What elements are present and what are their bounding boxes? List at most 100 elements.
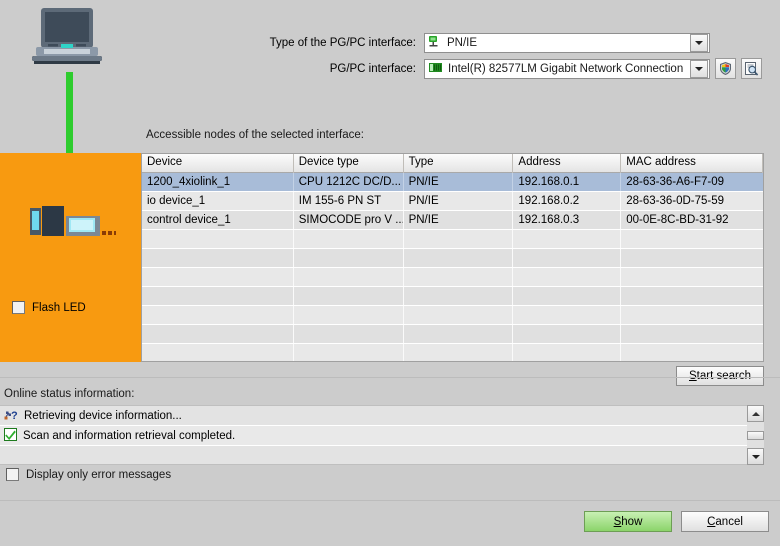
pgpc-interface-combo[interactable]: Intel(R) 82577LM Gigabit Network Connect… xyxy=(424,58,710,79)
pgpc-type-label: Type of the PG/PC interface: xyxy=(269,37,416,49)
cell-empty xyxy=(142,344,294,361)
cell-empty xyxy=(513,268,622,286)
cell-device-type: SIMOCODE pro V ... xyxy=(294,211,404,229)
check-green-icon xyxy=(4,427,17,444)
flash-led-row[interactable]: Flash LED xyxy=(12,301,86,314)
cell-empty xyxy=(621,268,763,286)
cell-type: PN/IE xyxy=(404,192,514,210)
cell-device-type: IM 155-6 PN ST xyxy=(294,192,404,210)
status-scroll-down-button[interactable] xyxy=(747,448,764,465)
pgpc-type-combo[interactable]: PN/IE xyxy=(424,33,710,53)
shield-icon xyxy=(720,62,731,75)
start-search-button[interactable]: Start search xyxy=(676,366,764,386)
cell-empty xyxy=(142,230,294,248)
show-label: Show xyxy=(613,515,643,528)
cell-address: 192.168.0.1 xyxy=(513,173,622,191)
online-status-list: ? Retrieving device information... Scan … xyxy=(0,405,747,465)
cell-empty xyxy=(621,306,763,324)
magnifier-document-icon xyxy=(745,62,759,76)
chevron-down-icon xyxy=(695,41,703,45)
cell-empty xyxy=(294,268,404,286)
shield-icon-button[interactable] xyxy=(715,58,736,79)
accessible-nodes-table[interactable]: Device Device type Type Address MAC addr… xyxy=(141,153,764,362)
table-row[interactable]: control device_1 SIMOCODE pro V ... PN/IE 1… xyxy=(142,211,763,230)
cell-empty xyxy=(294,306,404,324)
status-message-row: ? Retrieving device information... xyxy=(0,406,747,426)
cancel-button[interactable]: Cancel xyxy=(681,511,769,532)
cell-device-type: CPU 1212C DC/D... xyxy=(294,173,404,191)
table-body: 1200_4xiolink_1 CPU 1212C DC/D... PN/IE 192… xyxy=(142,173,763,361)
cell-empty xyxy=(142,325,294,343)
cell-empty xyxy=(404,249,514,267)
pgpc-type-value: PN/IE xyxy=(447,37,478,49)
flash-led-checkbox[interactable] xyxy=(12,301,25,314)
cell-empty xyxy=(513,287,622,305)
table-empty-row[interactable] xyxy=(142,249,763,268)
table-empty-row[interactable] xyxy=(142,268,763,287)
cell-empty xyxy=(513,344,622,361)
cell-empty xyxy=(513,230,622,248)
cell-empty xyxy=(513,306,622,324)
cell-empty xyxy=(294,230,404,248)
topology-graphic: Flash LED xyxy=(0,0,141,362)
table-empty-row[interactable] xyxy=(142,287,763,306)
pgpc-type-value-wrap: PN/IE xyxy=(425,35,690,51)
accessible-nodes-label: Accessible nodes of the selected interfa… xyxy=(146,129,364,141)
cancel-label: Cancel xyxy=(707,515,743,528)
plc-rack-icon xyxy=(30,205,116,243)
table-row[interactable]: 1200_4xiolink_1 CPU 1212C DC/D... PN/IE 192… xyxy=(142,173,763,192)
cell-empty xyxy=(142,306,294,324)
cell-empty xyxy=(513,249,622,267)
cell-empty xyxy=(142,287,294,305)
status-separator xyxy=(0,377,780,378)
table-empty-row[interactable] xyxy=(142,230,763,249)
status-message-row: Scan and information retrieval completed… xyxy=(0,426,747,446)
chevron-up-icon xyxy=(751,411,760,416)
cell-device: control device_1 xyxy=(142,211,294,229)
cell-address: 192.168.0.2 xyxy=(513,192,622,210)
cell-empty xyxy=(621,325,763,343)
table-empty-row[interactable] xyxy=(142,325,763,344)
cell-empty xyxy=(294,287,404,305)
cell-empty xyxy=(621,230,763,248)
cell-empty xyxy=(404,287,514,305)
selected-device-panel xyxy=(0,153,141,362)
status-scrollbar[interactable] xyxy=(747,405,764,465)
cell-empty xyxy=(621,344,763,361)
column-header-device-type[interactable]: Device type xyxy=(294,154,404,173)
status-message-text: Retrieving device information... xyxy=(24,409,182,422)
pgpc-interface-value-wrap: Intel(R) 82577LM Gigabit Network Connect… xyxy=(425,61,690,77)
pgpc-interface-row: PG/PC interface: Intel(R) 82577LM Gigabi… xyxy=(0,58,772,79)
cell-empty xyxy=(294,325,404,343)
cell-empty xyxy=(404,306,514,324)
status-scroll-up-button[interactable] xyxy=(747,405,764,422)
pgpc-interface-dropdown-arrow[interactable] xyxy=(690,59,708,78)
table-row[interactable]: io device_1 IM 155-6 PN ST PN/IE 192.168.0.… xyxy=(142,192,763,211)
column-header-device[interactable]: Device xyxy=(142,154,294,173)
cell-empty xyxy=(513,325,622,343)
column-header-type[interactable]: Type xyxy=(404,154,514,173)
status-scroll-thumb[interactable] xyxy=(747,431,764,440)
flash-led-label: Flash LED xyxy=(32,301,86,314)
start-search-label: Start search xyxy=(689,370,751,382)
column-header-address[interactable]: Address xyxy=(513,154,622,173)
column-header-mac-address[interactable]: MAC address xyxy=(621,154,763,173)
interface-properties-button[interactable] xyxy=(741,58,762,79)
table-empty-row[interactable] xyxy=(142,344,763,361)
display-only-errors-checkbox[interactable] xyxy=(6,468,19,481)
svg-text:?: ? xyxy=(11,410,18,421)
cell-device: io device_1 xyxy=(142,192,294,210)
show-button[interactable]: Show xyxy=(584,511,672,532)
pgpc-type-dropdown-arrow[interactable] xyxy=(690,34,708,52)
chevron-down-icon xyxy=(751,454,760,459)
pgpc-interface-value: Intel(R) 82577LM Gigabit Network Connect… xyxy=(448,62,684,75)
display-only-errors-row[interactable]: Display only error messages xyxy=(6,468,171,481)
table-empty-row[interactable] xyxy=(142,306,763,325)
scan-network-icon: ? xyxy=(4,408,18,424)
cell-mac-address: 28-63-36-0D-75-59 xyxy=(626,194,725,207)
cell-address: 192.168.0.3 xyxy=(513,211,622,229)
online-status-title: Online status information: xyxy=(4,388,135,400)
chevron-down-icon xyxy=(695,66,703,71)
cell-empty xyxy=(404,344,514,361)
cell-mac-address: 00-0E-8C-BD-31-92 xyxy=(626,213,729,226)
